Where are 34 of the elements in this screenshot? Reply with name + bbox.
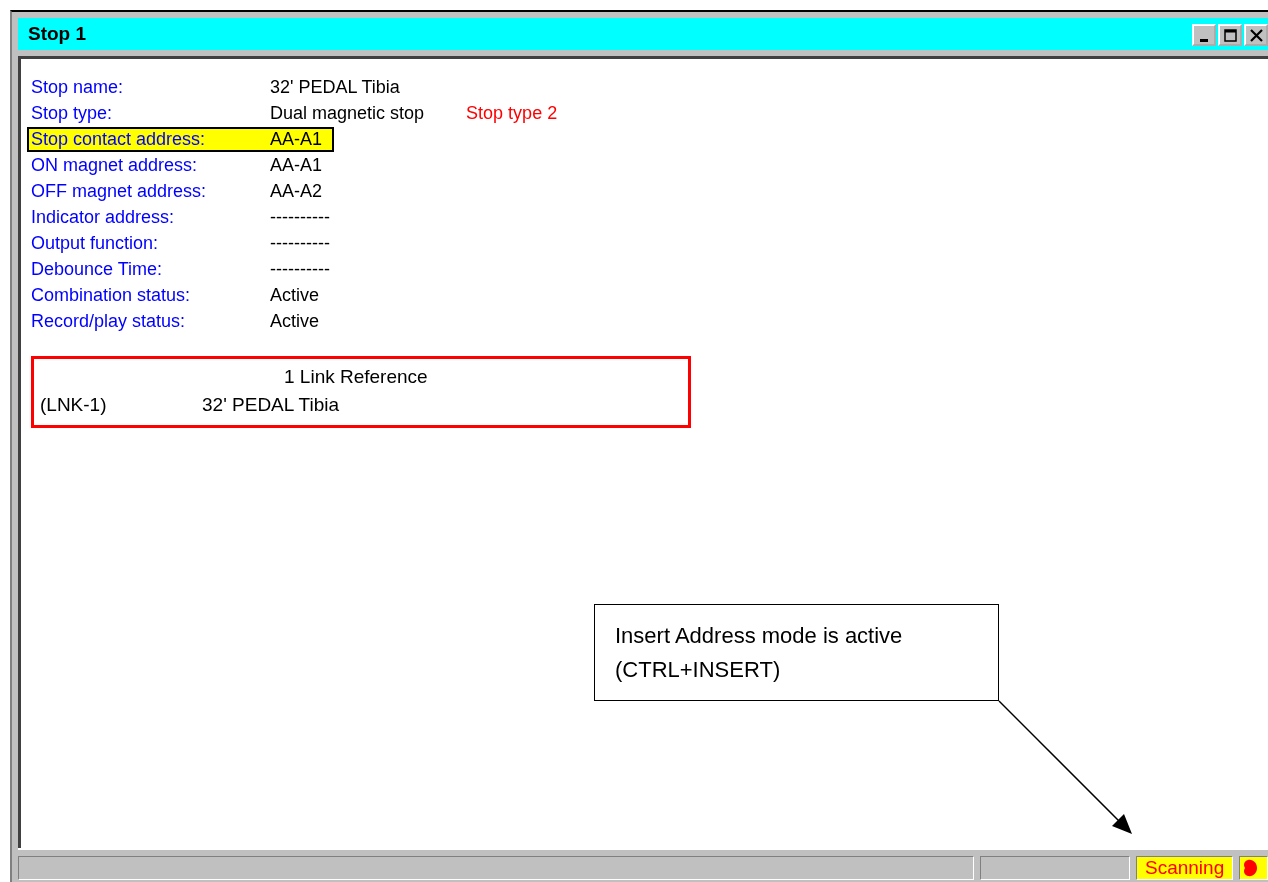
field-label: Record/play status: bbox=[31, 310, 187, 332]
field-label: Combination status: bbox=[31, 284, 192, 306]
link-heading: 1 Link Reference bbox=[283, 365, 429, 389]
field-value: Active bbox=[270, 310, 321, 332]
field-value: ---------- bbox=[270, 258, 330, 280]
field-value: AA-A1 bbox=[270, 154, 324, 176]
field-value: ---------- bbox=[270, 232, 330, 254]
window-title: Stop 1 bbox=[28, 23, 87, 45]
field-label: Output function: bbox=[31, 232, 160, 254]
indicator-icon bbox=[1244, 859, 1258, 877]
field-value: AA-A2 bbox=[270, 180, 324, 202]
field-label: Stop type: bbox=[31, 102, 114, 124]
field-label: Indicator address: bbox=[31, 206, 176, 228]
link-name: 32' PEDAL Tibia bbox=[202, 393, 340, 417]
close-button[interactable] bbox=[1244, 24, 1268, 46]
field-value: AA-A1 bbox=[270, 128, 324, 150]
maximize-button[interactable] bbox=[1218, 24, 1242, 46]
field-value: 32' PEDAL Tibia bbox=[270, 76, 400, 98]
field-label: Stop name: bbox=[31, 76, 125, 98]
field-value: ---------- bbox=[270, 206, 330, 228]
link-id: (LNK-1) bbox=[40, 393, 108, 417]
stop-type-note: Stop type 2 bbox=[466, 102, 558, 124]
field-label: ON magnet address: bbox=[31, 154, 199, 176]
close-icon bbox=[1249, 28, 1263, 42]
field-label: Stop contact address: bbox=[31, 128, 207, 150]
callout-text: Insert Address mode is active (CTRL+INSERT) bbox=[615, 622, 904, 684]
minimize-button[interactable] bbox=[1192, 24, 1216, 46]
field-value: Active bbox=[270, 284, 321, 306]
minimize-icon bbox=[1199, 38, 1208, 42]
field-label: OFF magnet address: bbox=[31, 180, 208, 202]
field-value: Dual magnetic stop bbox=[270, 102, 425, 124]
field-label: Debounce Time: bbox=[31, 258, 164, 280]
scanning-status: Scanning bbox=[1136, 856, 1234, 880]
maximize-icon bbox=[1223, 28, 1237, 42]
